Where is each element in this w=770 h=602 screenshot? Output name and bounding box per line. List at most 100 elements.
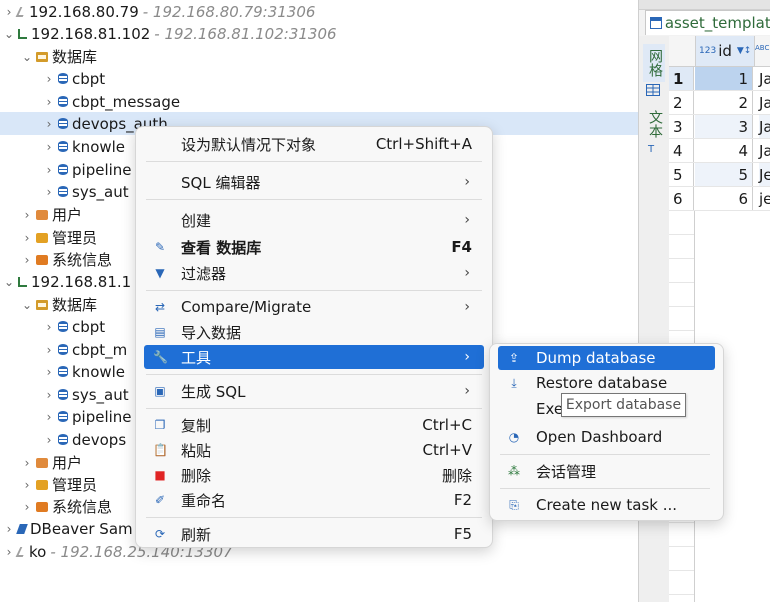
- tab-grid[interactable]: 网格: [643, 44, 665, 82]
- database-icon: [58, 389, 68, 400]
- chevron-right-icon[interactable]: ›: [20, 456, 34, 470]
- table-row[interactable]: 3 3 Ja: [669, 115, 770, 139]
- menu-separator: [500, 454, 710, 455]
- chevron-down-icon[interactable]: ⌄: [20, 298, 34, 312]
- chevron-right-icon[interactable]: ›: [42, 365, 56, 379]
- dashboard-icon: ◔: [508, 430, 520, 444]
- tree-database-item[interactable]: › cbpt: [0, 67, 638, 90]
- connection-icon: [15, 546, 28, 557]
- paste-icon: 📋: [153, 443, 168, 457]
- menu-separator: [146, 517, 482, 518]
- menu-item-compare-migrate[interactable]: ⇄ Compare/Migrate ›: [144, 295, 484, 319]
- database-icon: [58, 366, 68, 377]
- chevron-right-icon[interactable]: ›: [42, 433, 56, 447]
- chevron-right-icon[interactable]: ›: [42, 388, 56, 402]
- refresh-icon: ⟳: [154, 527, 166, 541]
- chevron-right-icon[interactable]: ›: [20, 500, 34, 514]
- sessions-icon: ⁂: [508, 464, 520, 478]
- chevron-right-icon[interactable]: ›: [2, 545, 16, 559]
- database-icon: [58, 186, 68, 197]
- filter-icon: ▼: [155, 266, 165, 280]
- database-icon: [58, 96, 68, 107]
- menu-item-open-dashboard[interactable]: ◔ Open Dashboard: [498, 425, 715, 449]
- editor-tab[interactable]: asset_template: [645, 10, 770, 35]
- chevron-right-icon[interactable]: ›: [2, 522, 16, 536]
- menu-item-import-data[interactable]: ▤ 导入数据: [144, 320, 484, 344]
- wrench-icon: 🔧: [153, 350, 168, 364]
- databases-folder-icon: [36, 51, 48, 62]
- chevron-right-icon: ›: [464, 349, 470, 365]
- menu-item-sql-editor[interactable]: SQL 编辑器 ›: [144, 170, 484, 194]
- tree-connection-row[interactable]: ⌄ 192.168.81.102 - 192.168.81.102:31306: [0, 22, 638, 45]
- menu-separator: [146, 408, 482, 409]
- context-menu: 设为默认情况下对象 Ctrl+Shift+A SQL 编辑器 › 创建 › ✎ …: [135, 126, 493, 548]
- dbeaver-icon: [16, 523, 28, 534]
- menu-item-delete[interactable]: ■ 删除 删除: [144, 463, 484, 487]
- menu-item-session-manager[interactable]: ⁂ 会话管理: [498, 459, 715, 483]
- chevron-right-icon[interactable]: ›: [20, 253, 34, 267]
- editor-tab-strip: [639, 0, 770, 10]
- menu-item-create[interactable]: 创建 ›: [144, 208, 484, 232]
- menu-item-filter[interactable]: ▼ 过滤器 ›: [144, 261, 484, 285]
- tree-database-item[interactable]: › cbpt_message: [0, 90, 638, 113]
- chevron-down-icon[interactable]: ⌄: [2, 275, 16, 289]
- chevron-right-icon[interactable]: ›: [42, 72, 56, 86]
- chevron-right-icon[interactable]: ›: [42, 95, 56, 109]
- chevron-right-icon[interactable]: ›: [20, 478, 34, 492]
- menu-item-generate-sql[interactable]: ▣ 生成 SQL ›: [144, 379, 484, 403]
- menu-item-refresh[interactable]: ⟳ 刷新 F5: [144, 522, 484, 546]
- menu-item-copy[interactable]: ❐ 复制 Ctrl+C: [144, 413, 484, 437]
- tab-text[interactable]: 文本: [643, 106, 665, 142]
- chevron-right-icon: ›: [464, 265, 470, 281]
- grid-icon: [646, 84, 660, 96]
- chevron-right-icon[interactable]: ›: [20, 208, 34, 222]
- database-icon: [58, 73, 68, 84]
- export-icon: ⇪: [508, 351, 520, 365]
- tools-submenu: ⇪ Dump database ⤓ Restore database Exe ◔…: [489, 343, 724, 521]
- menu-item-restore-database[interactable]: ⤓ Restore database: [498, 371, 715, 395]
- sort-filter-icon[interactable]: ▼↕: [737, 46, 751, 56]
- menu-item-view-database[interactable]: ✎ 查看 数据库 F4: [144, 235, 484, 259]
- chevron-right-icon[interactable]: ›: [42, 185, 56, 199]
- chevron-right-icon[interactable]: ›: [42, 410, 56, 424]
- menu-item-rename[interactable]: ✐ 重命名 F2: [144, 488, 484, 512]
- database-icon: [58, 321, 68, 332]
- chevron-down-icon[interactable]: ⌄: [20, 50, 34, 64]
- menu-separator: [146, 374, 482, 375]
- sql-icon: ▣: [154, 384, 166, 398]
- connection-icon: [15, 6, 28, 17]
- menu-separator: [146, 290, 482, 291]
- chevron-right-icon[interactable]: ›: [42, 163, 56, 177]
- chevron-right-icon[interactable]: ›: [20, 231, 34, 245]
- import-icon: ▤: [154, 325, 166, 339]
- text-icon: T: [647, 144, 655, 154]
- menu-item-dump-database[interactable]: ⇪ Dump database: [498, 346, 715, 370]
- import-arrow-icon: ⤓: [511, 375, 517, 390]
- chevron-down-icon[interactable]: ⌄: [2, 27, 16, 41]
- column-header-id[interactable]: 123 id ▼↕: [695, 36, 755, 66]
- table-row[interactable]: 6 6 je: [669, 187, 770, 211]
- chevron-right-icon[interactable]: ›: [42, 320, 56, 334]
- compare-icon: ⇄: [154, 300, 166, 314]
- menu-item-tools[interactable]: 🔧 工具 ›: [144, 345, 484, 369]
- menu-item-set-default[interactable]: 设为默认情况下对象 Ctrl+Shift+A: [144, 132, 484, 156]
- menu-separator: [146, 161, 482, 162]
- menu-separator: [146, 199, 482, 200]
- svg-text:T: T: [647, 144, 655, 154]
- connection-connected-icon: [18, 28, 27, 39]
- chevron-right-icon[interactable]: ›: [42, 140, 56, 154]
- table-row[interactable]: 4 4 Ja: [669, 139, 770, 163]
- table-row[interactable]: 5 5 Je: [669, 163, 770, 187]
- chevron-right-icon: ›: [464, 212, 470, 228]
- table-row[interactable]: 2 2 Ja: [669, 91, 770, 115]
- menu-item-paste[interactable]: 📋 粘贴 Ctrl+V: [144, 438, 484, 462]
- chevron-right-icon: ›: [464, 299, 470, 315]
- chevron-right-icon[interactable]: ›: [2, 5, 16, 19]
- tree-databases-folder[interactable]: ⌄ 数据库: [0, 45, 638, 68]
- copy-icon: ❐: [154, 418, 166, 432]
- chevron-right-icon[interactable]: ›: [42, 343, 56, 357]
- table-row[interactable]: 1 1 Ja: [669, 67, 770, 91]
- chevron-right-icon[interactable]: ›: [42, 117, 56, 131]
- tree-connection-row[interactable]: › 192.168.80.79 - 192.168.80.79:31306: [0, 0, 638, 23]
- menu-item-create-task[interactable]: ⎘ Create new task ...: [498, 493, 715, 517]
